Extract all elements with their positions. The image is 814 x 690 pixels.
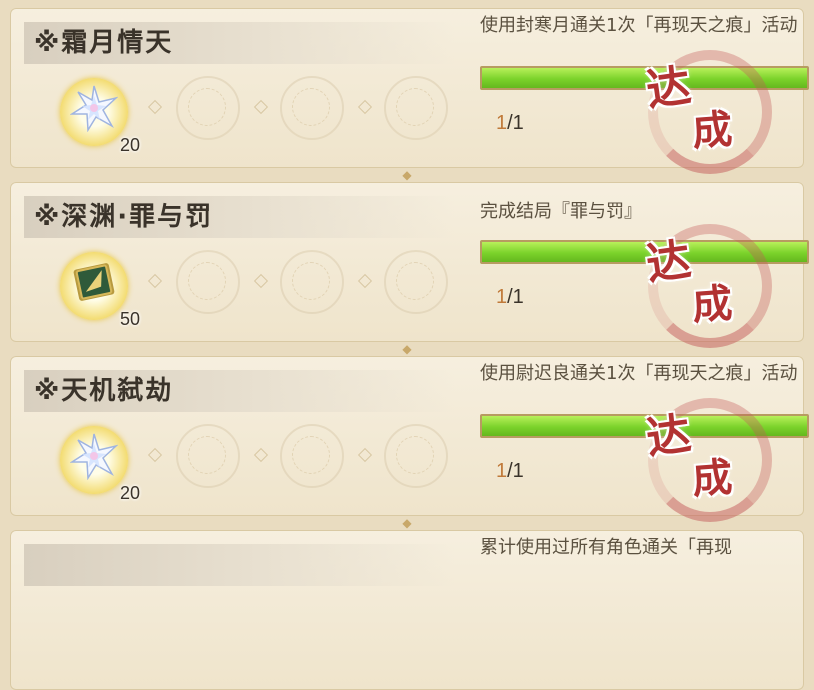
divider-diamond [147,447,163,463]
empty-reward-slot [166,246,246,326]
divider-diamond [357,99,373,115]
achievement-card: ※天机弑劫 20 使用尉迟良通关1次「再现天之痕」活动 1/1 达 成 ◆ [10,356,809,529]
completed-stamp: 达 成 [630,44,772,174]
empty-reward-slot [166,72,246,152]
stamp-char: 达 [643,60,694,117]
empty-ring [280,76,344,140]
reward-track: 20 [40,420,470,503]
reward-quantity: 50 [119,309,140,329]
green-tome-icon [73,263,115,301]
completed-stamp: 达 成 [630,218,772,348]
stamp-char: 成 [690,279,734,330]
achievement-card: ※深渊·罪与罚 50 完成结局『罪与罚』 1/1 达 成 ◆ [10,182,809,355]
achievement-list: ※霜月情天 20 使用封寒月通关1次「再现天之痕」活动 1/1 达 成 ◆ ※深… [0,0,814,690]
divider-diamond [253,99,269,115]
progress-count: 1/1 [496,112,524,135]
stamp-char: 达 [643,234,694,291]
progress-count: 1/1 [496,460,524,483]
empty-ring [176,76,240,140]
stamp-char: 成 [690,453,734,504]
empty-reward-slot [374,246,454,326]
reward-slot[interactable]: 20 [54,72,140,155]
empty-ring [280,250,344,314]
card-separator: ◆ [402,168,412,182]
empty-ring [280,424,344,488]
progress-current: 1 [496,286,508,308]
achievement-title: ※深渊·罪与罚 [34,202,214,232]
empty-reward-slot [270,72,350,152]
achievement-card: 累计使用过所有角色通关「再现 [10,530,804,690]
stamp-char: 达 [643,408,694,465]
empty-ring [384,250,448,314]
divider-diamond [253,273,269,289]
progress-total: /1 [507,286,524,308]
achievement-card: ※霜月情天 20 使用封寒月通关1次「再现天之痕」活动 1/1 达 成 ◆ [10,8,809,181]
empty-ring [384,424,448,488]
empty-reward-slot [270,246,350,326]
divider-diamond [147,99,163,115]
empty-reward-slot [374,420,454,500]
divider-diamond [357,447,373,463]
progress-total: /1 [507,112,524,134]
card-separator: ◆ [402,342,412,356]
crystal-star-icon [70,433,118,480]
reward-quantity: 20 [119,483,140,503]
divider-diamond [253,447,269,463]
progress-count: 1/1 [496,286,524,309]
reward-track: 20 [40,72,470,155]
reward-slot[interactable]: 50 [54,246,140,329]
progress-current: 1 [496,112,508,134]
empty-ring [176,424,240,488]
achievement-description: 累计使用过所有角色通关「再现 [480,537,732,558]
reward-slot[interactable]: 20 [54,420,140,503]
divider-diamond [357,273,373,289]
progress-total: /1 [507,460,524,482]
stamp-char: 成 [690,105,734,156]
title-band [24,544,454,586]
achievement-description: 使用尉迟良通关1次「再现天之痕」活动 [480,363,798,384]
achievement-description: 使用封寒月通关1次「再现天之痕」活动 [480,15,798,36]
empty-reward-slot [270,420,350,500]
card-separator: ◆ [402,516,412,530]
empty-ring [176,250,240,314]
achievement-title: ※天机弑劫 [34,376,174,406]
crystal-star-icon [70,85,118,132]
empty-reward-slot [374,72,454,152]
empty-ring [384,76,448,140]
progress-current: 1 [496,460,508,482]
achievement-title: ※霜月情天 [34,28,174,58]
empty-reward-slot [166,420,246,500]
divider-diamond [147,273,163,289]
reward-track: 50 [40,246,470,329]
reward-quantity: 20 [119,135,140,155]
completed-stamp: 达 成 [630,392,772,522]
